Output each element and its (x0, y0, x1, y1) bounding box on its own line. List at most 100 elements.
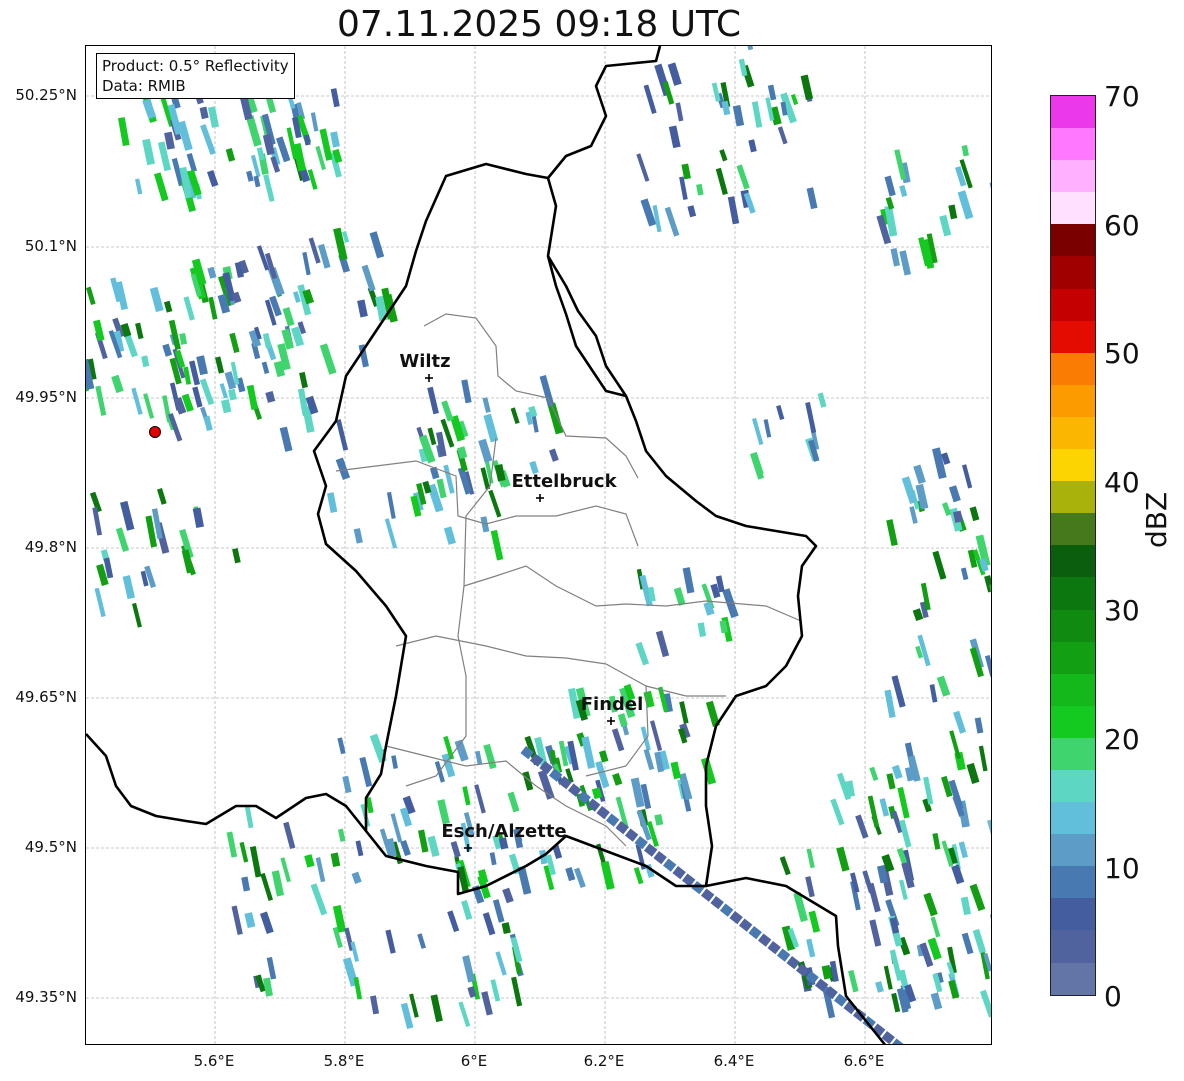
colorbar-segment (1051, 288, 1095, 321)
city-cross-icon (536, 494, 544, 502)
radar-echo (441, 400, 454, 422)
radar-echo (939, 214, 952, 237)
radar-echo (899, 185, 908, 197)
radar-echo (948, 485, 961, 503)
radar-echo (617, 713, 628, 727)
radar-echo (990, 913, 991, 932)
radar-echo (141, 355, 150, 368)
radar-echo (207, 169, 219, 188)
city-cross-icon (607, 717, 615, 725)
radar-echo (357, 299, 368, 318)
radar-echo (157, 488, 167, 505)
radar-echo (262, 977, 273, 997)
radar-echo (596, 805, 610, 820)
radar-echo (867, 795, 880, 828)
radar-echo (303, 134, 311, 146)
radar-echo (260, 872, 273, 901)
city-label-findel: Findel (580, 694, 644, 715)
colorbar-segment (1051, 705, 1095, 738)
radar-echo (745, 46, 754, 51)
radar-echo (710, 896, 724, 910)
radar-echo (207, 106, 220, 128)
radar-echo (488, 489, 502, 518)
colorbar-segment (1051, 513, 1095, 546)
radar-echo (889, 949, 903, 981)
radar-echo (957, 190, 974, 220)
radar-echo (430, 994, 443, 1023)
radar-echo (867, 882, 881, 913)
radar-echo (953, 710, 967, 734)
radar-echo (478, 438, 493, 463)
y-tick-label: 49.5°N (24, 838, 77, 856)
radar-echo (232, 548, 241, 564)
radar-echo (474, 784, 486, 814)
radar-echo (667, 62, 682, 86)
radar-echo (119, 500, 135, 531)
radar-echo (581, 736, 596, 769)
radar-echo (547, 402, 564, 435)
radar-echo (219, 383, 228, 399)
data-source-label: Data: RMIB (102, 77, 186, 95)
radar-echo (884, 689, 896, 718)
radar-echo (400, 1002, 414, 1030)
radar-echo (131, 387, 143, 415)
map-title: 07.11.2025 09:18 UTC (336, 4, 742, 45)
radar-echo (719, 903, 734, 917)
radar-echo (696, 183, 704, 196)
radar-map[interactable]: Wiltz Ettelbruck Findel Esch/Alzette Pro… (85, 45, 992, 1045)
radar-echo (200, 124, 216, 155)
radar-echo (261, 361, 270, 375)
radar-echo (244, 912, 256, 929)
radar-echo (960, 567, 969, 581)
radar-echo (179, 332, 188, 345)
radar-echo (502, 887, 514, 904)
radar-echo (245, 115, 262, 147)
radar-echo (668, 125, 681, 149)
radar-echo (481, 991, 493, 1016)
radar-echo (930, 916, 941, 938)
radar-echo (510, 936, 523, 963)
colorbar-segment (1051, 320, 1095, 353)
radar-echo (836, 846, 850, 872)
radar-echo (711, 82, 721, 102)
radar-echo (489, 852, 497, 866)
radar-echo (351, 871, 362, 884)
x-tick-label: 5.8°E (323, 1052, 365, 1070)
y-tick-label: 50.1°N (24, 237, 77, 255)
radar-echo (600, 861, 615, 890)
radar-echo (662, 858, 677, 872)
radar-echo (483, 743, 497, 770)
radar-echo (260, 911, 274, 934)
colorbar-segment (1051, 866, 1095, 899)
radar-echo (353, 976, 363, 1000)
radar-echo (751, 101, 763, 128)
radar-echo (750, 454, 765, 480)
colorbar-segment (1051, 128, 1095, 161)
radar-echo (748, 139, 757, 153)
radar-echo (757, 933, 772, 947)
radar-echo (461, 379, 472, 404)
radar-echo (427, 835, 440, 858)
city-cross-icon (425, 374, 433, 382)
radar-echo (776, 405, 785, 420)
radar-echo (736, 164, 750, 190)
colorbar-segment (1051, 192, 1095, 225)
radar-echo (501, 922, 511, 935)
radar-echo (302, 251, 311, 276)
x-tick-label: 6.6°E (843, 1052, 885, 1070)
radar-echo (763, 419, 772, 438)
radar-echo (883, 965, 893, 990)
radar-echo (890, 247, 901, 267)
colorbar-tick-label: 60 (1104, 209, 1140, 242)
radar-echo (643, 748, 655, 771)
radar-echo (767, 941, 781, 955)
colorbar-segment (1051, 481, 1095, 514)
radar-echo (390, 813, 403, 843)
radar-echo (162, 343, 173, 357)
colorbar-segment (1051, 609, 1095, 642)
y-tick-label: 49.95°N (15, 388, 77, 406)
radar-echo (492, 899, 505, 923)
radar-echo (670, 761, 682, 780)
radar-echo (574, 867, 586, 889)
radar-echo (443, 526, 456, 545)
